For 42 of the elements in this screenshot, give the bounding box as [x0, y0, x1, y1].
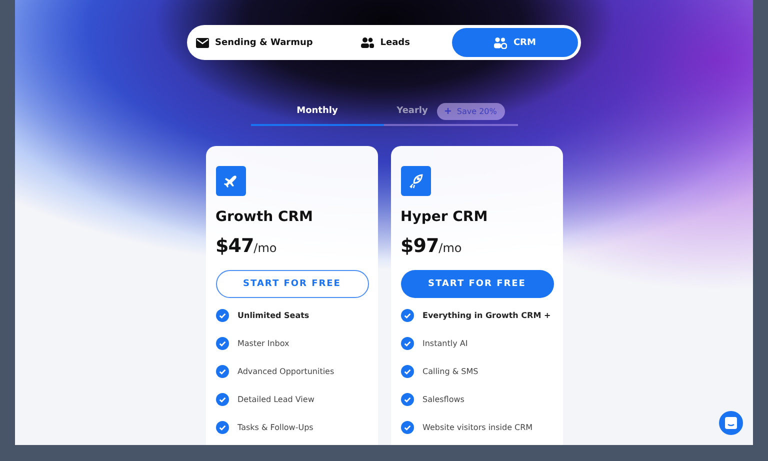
check-icon	[400, 393, 414, 406]
chat-icon	[725, 417, 737, 429]
product-tab[interactable]: Leads	[322, 28, 448, 57]
price-period: /mo	[438, 241, 462, 255]
check-icon	[400, 421, 414, 434]
start-button[interactable]: START FOR FREE	[400, 270, 554, 298]
check-icon	[216, 309, 228, 322]
envelope-icon	[196, 38, 209, 48]
product-tab[interactable]: Sending & Warmup	[190, 28, 319, 57]
save-badge: Save 20%	[436, 102, 505, 120]
product-tab[interactable]: CRM	[452, 28, 578, 57]
check-icon	[216, 393, 228, 406]
check-icon	[400, 365, 414, 378]
plan-price: $47	[216, 235, 254, 257]
check-icon	[400, 309, 414, 322]
feature-text: Tasks & Follow-Ups	[238, 423, 314, 432]
people-gear-icon	[494, 36, 508, 48]
billing-tab[interactable]: Yearly Save 20%	[384, 98, 518, 126]
airplane-icon	[216, 166, 246, 196]
chat-button[interactable]	[719, 411, 743, 435]
feature-text: Everything in Growth CRM +	[422, 311, 551, 320]
feature-text: Website visitors inside CRM	[422, 423, 533, 432]
feature-text: Detailed Lead View	[238, 395, 314, 404]
feature-text: Instantly AI	[422, 339, 468, 348]
plan-name: Growth CRM	[216, 209, 314, 225]
rocket-icon	[400, 166, 430, 196]
billing-tab[interactable]: Monthly	[250, 98, 384, 126]
price-period: /mo	[254, 241, 277, 255]
start-button[interactable]: START FOR FREE	[216, 270, 368, 298]
feature-text: Calling & SMS	[422, 367, 478, 376]
feature-text: Advanced Opportunities	[238, 367, 334, 376]
feature-text: Master Inbox	[238, 339, 290, 348]
plan-name: Hyper CRM	[400, 209, 489, 225]
people-icon	[361, 37, 374, 48]
check-icon	[216, 365, 228, 378]
check-icon	[216, 337, 228, 350]
feature-text: Salesflows	[422, 395, 464, 404]
plan-price: $97	[400, 235, 439, 257]
plus-icon	[444, 108, 451, 114]
check-icon	[400, 337, 414, 350]
feature-text: Unlimited Seats	[238, 311, 310, 320]
check-icon	[216, 421, 228, 434]
